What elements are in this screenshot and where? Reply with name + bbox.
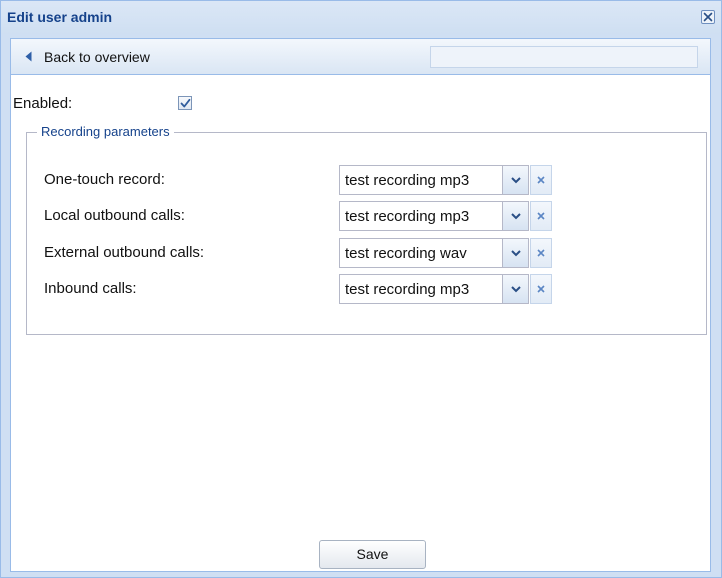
inbound-calls-label: Inbound calls: xyxy=(44,280,137,297)
top-toolbar: Back to overview xyxy=(11,39,710,75)
save-button[interactable]: Save xyxy=(319,540,426,569)
dialog-titlebar[interactable]: Edit user admin xyxy=(1,1,721,34)
enabled-checkbox[interactable] xyxy=(178,96,192,110)
edit-user-dialog: Edit user admin Back to overview Enabled… xyxy=(0,0,722,578)
dropdown-trigger[interactable] xyxy=(502,202,528,230)
clear-button[interactable] xyxy=(530,201,552,231)
external-outbound-calls-select[interactable]: test recording wav xyxy=(339,238,529,268)
chevron-down-icon xyxy=(510,285,521,292)
clear-x-icon xyxy=(537,176,545,184)
combo-value: test recording wav xyxy=(345,245,467,262)
enabled-label: Enabled: xyxy=(13,95,73,112)
local-outbound-calls-select[interactable]: test recording mp3 xyxy=(339,201,529,231)
clear-button[interactable] xyxy=(530,274,552,304)
recording-parameters-fieldset: Recording parameters One-touch record: t… xyxy=(26,124,707,335)
clear-button[interactable] xyxy=(530,165,552,195)
dropdown-trigger[interactable] xyxy=(502,166,528,194)
dialog-body: Back to overview Enabled: Recording para… xyxy=(10,38,711,572)
local-outbound-calls-label: Local outbound calls: xyxy=(44,207,185,224)
fieldset-legend: Recording parameters xyxy=(37,124,174,139)
clear-x-icon xyxy=(537,285,545,293)
dropdown-trigger[interactable] xyxy=(502,239,528,267)
chevron-down-icon xyxy=(510,212,521,219)
one-touch-record-select[interactable]: test recording mp3 xyxy=(339,165,529,195)
clear-x-icon xyxy=(537,249,545,257)
dialog-title: Edit user admin xyxy=(7,9,113,25)
clear-button[interactable] xyxy=(530,238,552,268)
combo-value: test recording mp3 xyxy=(345,172,470,189)
combo-value: test recording mp3 xyxy=(345,208,470,225)
dropdown-trigger[interactable] xyxy=(502,275,528,303)
close-button[interactable] xyxy=(701,10,715,24)
combo-value: test recording mp3 xyxy=(345,281,470,298)
chevron-down-icon xyxy=(510,176,521,183)
inbound-calls-select[interactable]: test recording mp3 xyxy=(339,274,529,304)
external-outbound-calls-label: External outbound calls: xyxy=(44,244,205,261)
back-to-overview-label: Back to overview xyxy=(44,48,150,65)
triangle-left-icon xyxy=(25,51,32,62)
checkmark-icon xyxy=(180,98,190,107)
toolbar-empty-field xyxy=(430,46,698,68)
one-touch-record-label: One-touch record: xyxy=(44,171,165,188)
close-icon xyxy=(703,12,713,22)
chevron-down-icon xyxy=(510,249,521,256)
clear-x-icon xyxy=(537,212,545,220)
back-to-overview-button[interactable]: Back to overview xyxy=(25,48,150,65)
